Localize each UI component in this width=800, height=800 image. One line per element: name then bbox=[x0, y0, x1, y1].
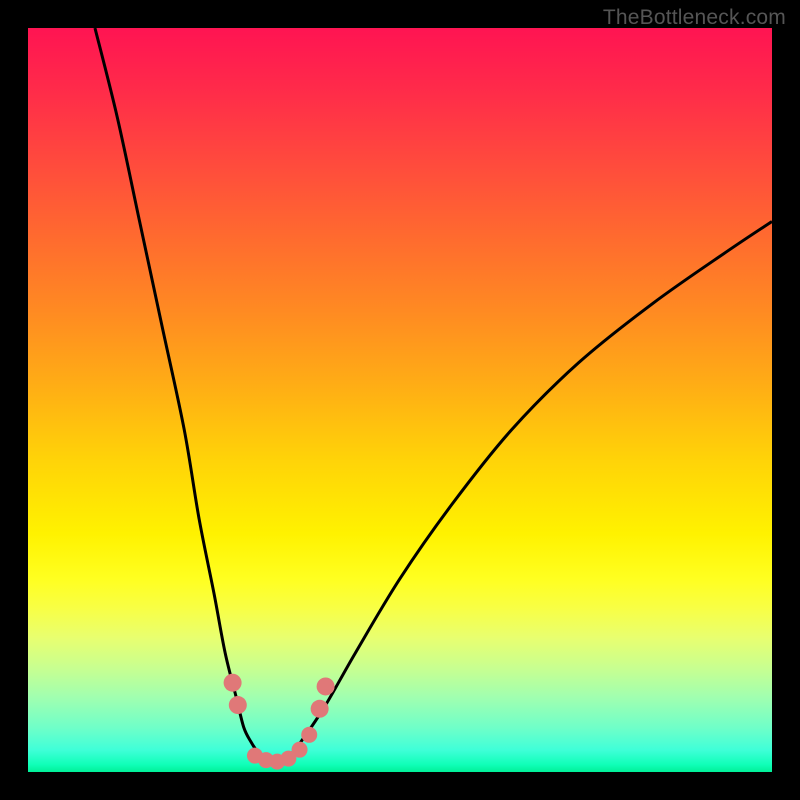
marker-dot bbox=[301, 727, 317, 743]
marker-dot bbox=[311, 700, 329, 718]
left-curve bbox=[95, 28, 274, 765]
trough-markers bbox=[224, 674, 335, 770]
curve-overlay bbox=[28, 28, 772, 772]
marker-dot bbox=[317, 677, 335, 695]
right-curve bbox=[274, 221, 772, 764]
watermark-text: TheBottleneck.com bbox=[603, 6, 786, 30]
plot-area bbox=[28, 28, 772, 772]
marker-dot bbox=[292, 742, 308, 758]
marker-dot bbox=[229, 696, 247, 714]
marker-dot bbox=[224, 674, 242, 692]
chart-frame: TheBottleneck.com bbox=[0, 0, 800, 800]
